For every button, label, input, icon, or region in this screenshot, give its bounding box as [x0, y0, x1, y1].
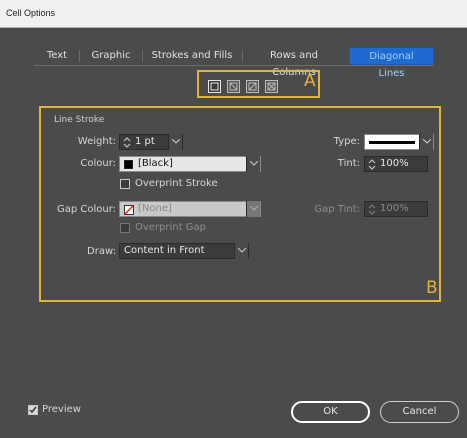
chevron-down-icon: [423, 139, 431, 144]
chevron-down-icon: [250, 206, 258, 211]
colour-dropdown-arrow[interactable]: [246, 156, 260, 172]
tab-separator: [242, 50, 243, 62]
line-stroke-group-title: Line Stroke: [54, 115, 105, 125]
draw-value: Content in Front: [124, 245, 205, 256]
tab-bar: Text Graphic Strokes and Fills Rows and …: [34, 47, 434, 79]
tint-label: Tint:: [337, 158, 360, 169]
preview-label: Preview: [42, 404, 81, 415]
overprint-stroke-checkbox[interactable]: [120, 179, 130, 189]
tab-diagonal-lines[interactable]: Diagonal Lines: [349, 47, 434, 79]
gap-tint-label: Gap Tint:: [314, 204, 360, 215]
none-swatch-icon: [124, 205, 134, 215]
chevron-down-icon: [250, 161, 258, 166]
cell-options-dialog: Text Graphic Strokes and Fills Rows and …: [0, 28, 467, 438]
gap-colour-value: [None]: [138, 203, 172, 214]
gap-colour-label: Gap Colour:: [56, 204, 116, 215]
tint-stepper[interactable]: 100%: [364, 156, 428, 172]
tab-separator: [142, 50, 143, 62]
annotation-label-a: A: [304, 71, 316, 91]
stroke-type-select[interactable]: [364, 134, 434, 150]
cancel-button[interactable]: Cancel: [380, 401, 459, 423]
overprint-stroke-label: Overprint Stroke: [135, 178, 218, 189]
tab-rows-and-columns[interactable]: Rows and Columns: [244, 47, 344, 78]
chevron-down-icon: [238, 248, 246, 253]
weight-stepper[interactable]: 1 pt: [119, 134, 183, 150]
no-diagonal-icon[interactable]: [208, 80, 221, 93]
gap-tint-value: 100%: [380, 203, 409, 214]
overprint-gap-label: Overprint Gap: [135, 222, 206, 233]
window-title: Cell Options: [6, 8, 56, 18]
diagonal-line-options: [202, 75, 290, 99]
chevron-down-icon: [172, 139, 180, 144]
bottom-left-to-top-right-icon[interactable]: [246, 80, 259, 93]
draw-select[interactable]: Content in Front: [119, 243, 249, 259]
preview-checkbox[interactable]: [28, 405, 38, 415]
black-swatch-icon: [124, 160, 133, 169]
tab-underline: [34, 65, 434, 66]
colour-select[interactable]: [Black]: [119, 156, 261, 172]
overprint-gap-checkbox[interactable]: [120, 223, 130, 233]
gap-colour-dropdown-arrow[interactable]: [246, 201, 260, 217]
colour-label: Colour:: [80, 158, 116, 169]
cross-diagonal-icon[interactable]: [265, 80, 278, 93]
tint-value: 100%: [380, 158, 409, 169]
type-label: Type:: [333, 136, 360, 147]
tab-text[interactable]: Text: [38, 47, 76, 65]
tab-strokes-and-fills[interactable]: Strokes and Fills: [144, 47, 240, 65]
gap-colour-select[interactable]: [None]: [119, 201, 261, 217]
checkmark-icon: [29, 406, 37, 414]
type-dropdown-arrow[interactable]: [419, 134, 433, 150]
ok-button[interactable]: OK: [291, 401, 370, 423]
annotation-label-b: B: [426, 278, 438, 298]
colour-value: [Black]: [138, 158, 173, 169]
weight-label: Weight:: [77, 136, 116, 147]
solid-stroke-preview: [369, 141, 415, 144]
weight-value: 1 pt: [135, 136, 155, 147]
draw-label: Draw:: [87, 246, 116, 257]
stepper-arrows-icon[interactable]: [368, 159, 376, 170]
stepper-arrows-icon[interactable]: [123, 137, 131, 148]
draw-dropdown-arrow[interactable]: [234, 243, 248, 259]
title-bar: Cell Options: [0, 0, 467, 28]
top-left-to-bottom-right-icon[interactable]: [227, 80, 240, 93]
tab-separator: [79, 50, 80, 62]
tab-graphic[interactable]: Graphic: [82, 47, 140, 65]
stepper-arrows-icon[interactable]: [368, 204, 376, 215]
weight-dropdown-arrow[interactable]: [168, 134, 182, 150]
gap-tint-stepper[interactable]: 100%: [364, 201, 428, 217]
